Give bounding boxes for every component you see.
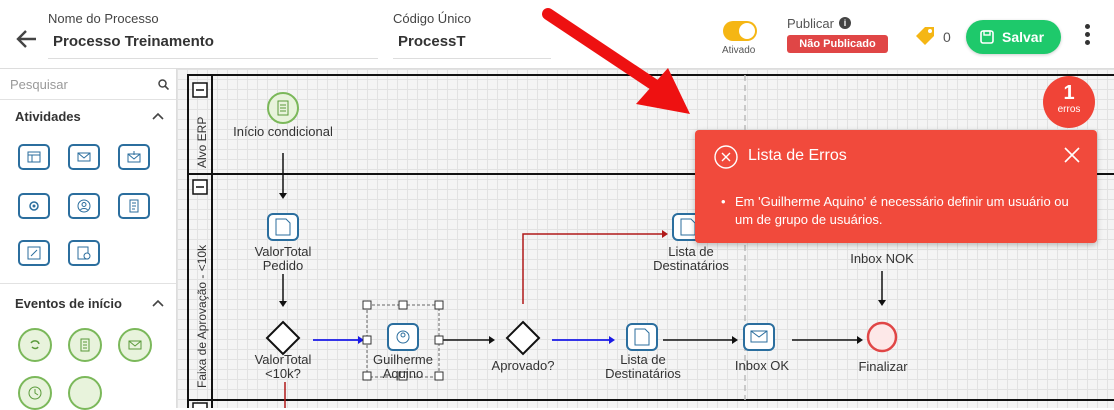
close-icon[interactable] (1063, 146, 1081, 164)
node-label-inbox-nok: Inbox NOK (850, 251, 914, 266)
node-label-aprovado: Aprovado? (491, 358, 555, 373)
task-lista-destinatarios (626, 323, 658, 351)
node-label-finalizar: Finalizar (858, 359, 908, 374)
node-label-lista1: Lista de Destinatários (653, 244, 729, 273)
node-label-lista2: Lista de Destinatários (605, 352, 681, 381)
errors-count-badge[interactable]: 1 erros (1043, 76, 1095, 128)
end-event-finalizar (866, 321, 898, 353)
error-panel-title: Lista de Erros (748, 147, 847, 164)
errors-count: 1 (1063, 82, 1075, 104)
collapse-lane-icon (192, 402, 208, 408)
node-label-guilherme: Guilherme Aquino (373, 352, 433, 381)
error-list-panel: Lista de Erros • Em 'Guilherme Aquino' é … (695, 130, 1097, 243)
node-label-gateway1: ValorTotal <10k? (254, 352, 312, 381)
error-item: • Em 'Guilherme Aquino' é necessário defi… (721, 194, 1069, 227)
node-label-start: Início condicional (233, 124, 333, 139)
lane-label-alvo-erp: Alvo ERP (195, 116, 209, 168)
errors-count-label: erros (1057, 104, 1081, 115)
task-valortotal-pedido (267, 213, 299, 241)
node-label-inbox-ok: Inbox OK (734, 358, 790, 373)
node-label-valortotal-pedido: ValorTotal Pedido (254, 244, 312, 273)
error-circle-x-icon (714, 145, 738, 169)
lane-label-faixa-aprovacao: Faixa de Aprovação - <10k (195, 244, 209, 388)
